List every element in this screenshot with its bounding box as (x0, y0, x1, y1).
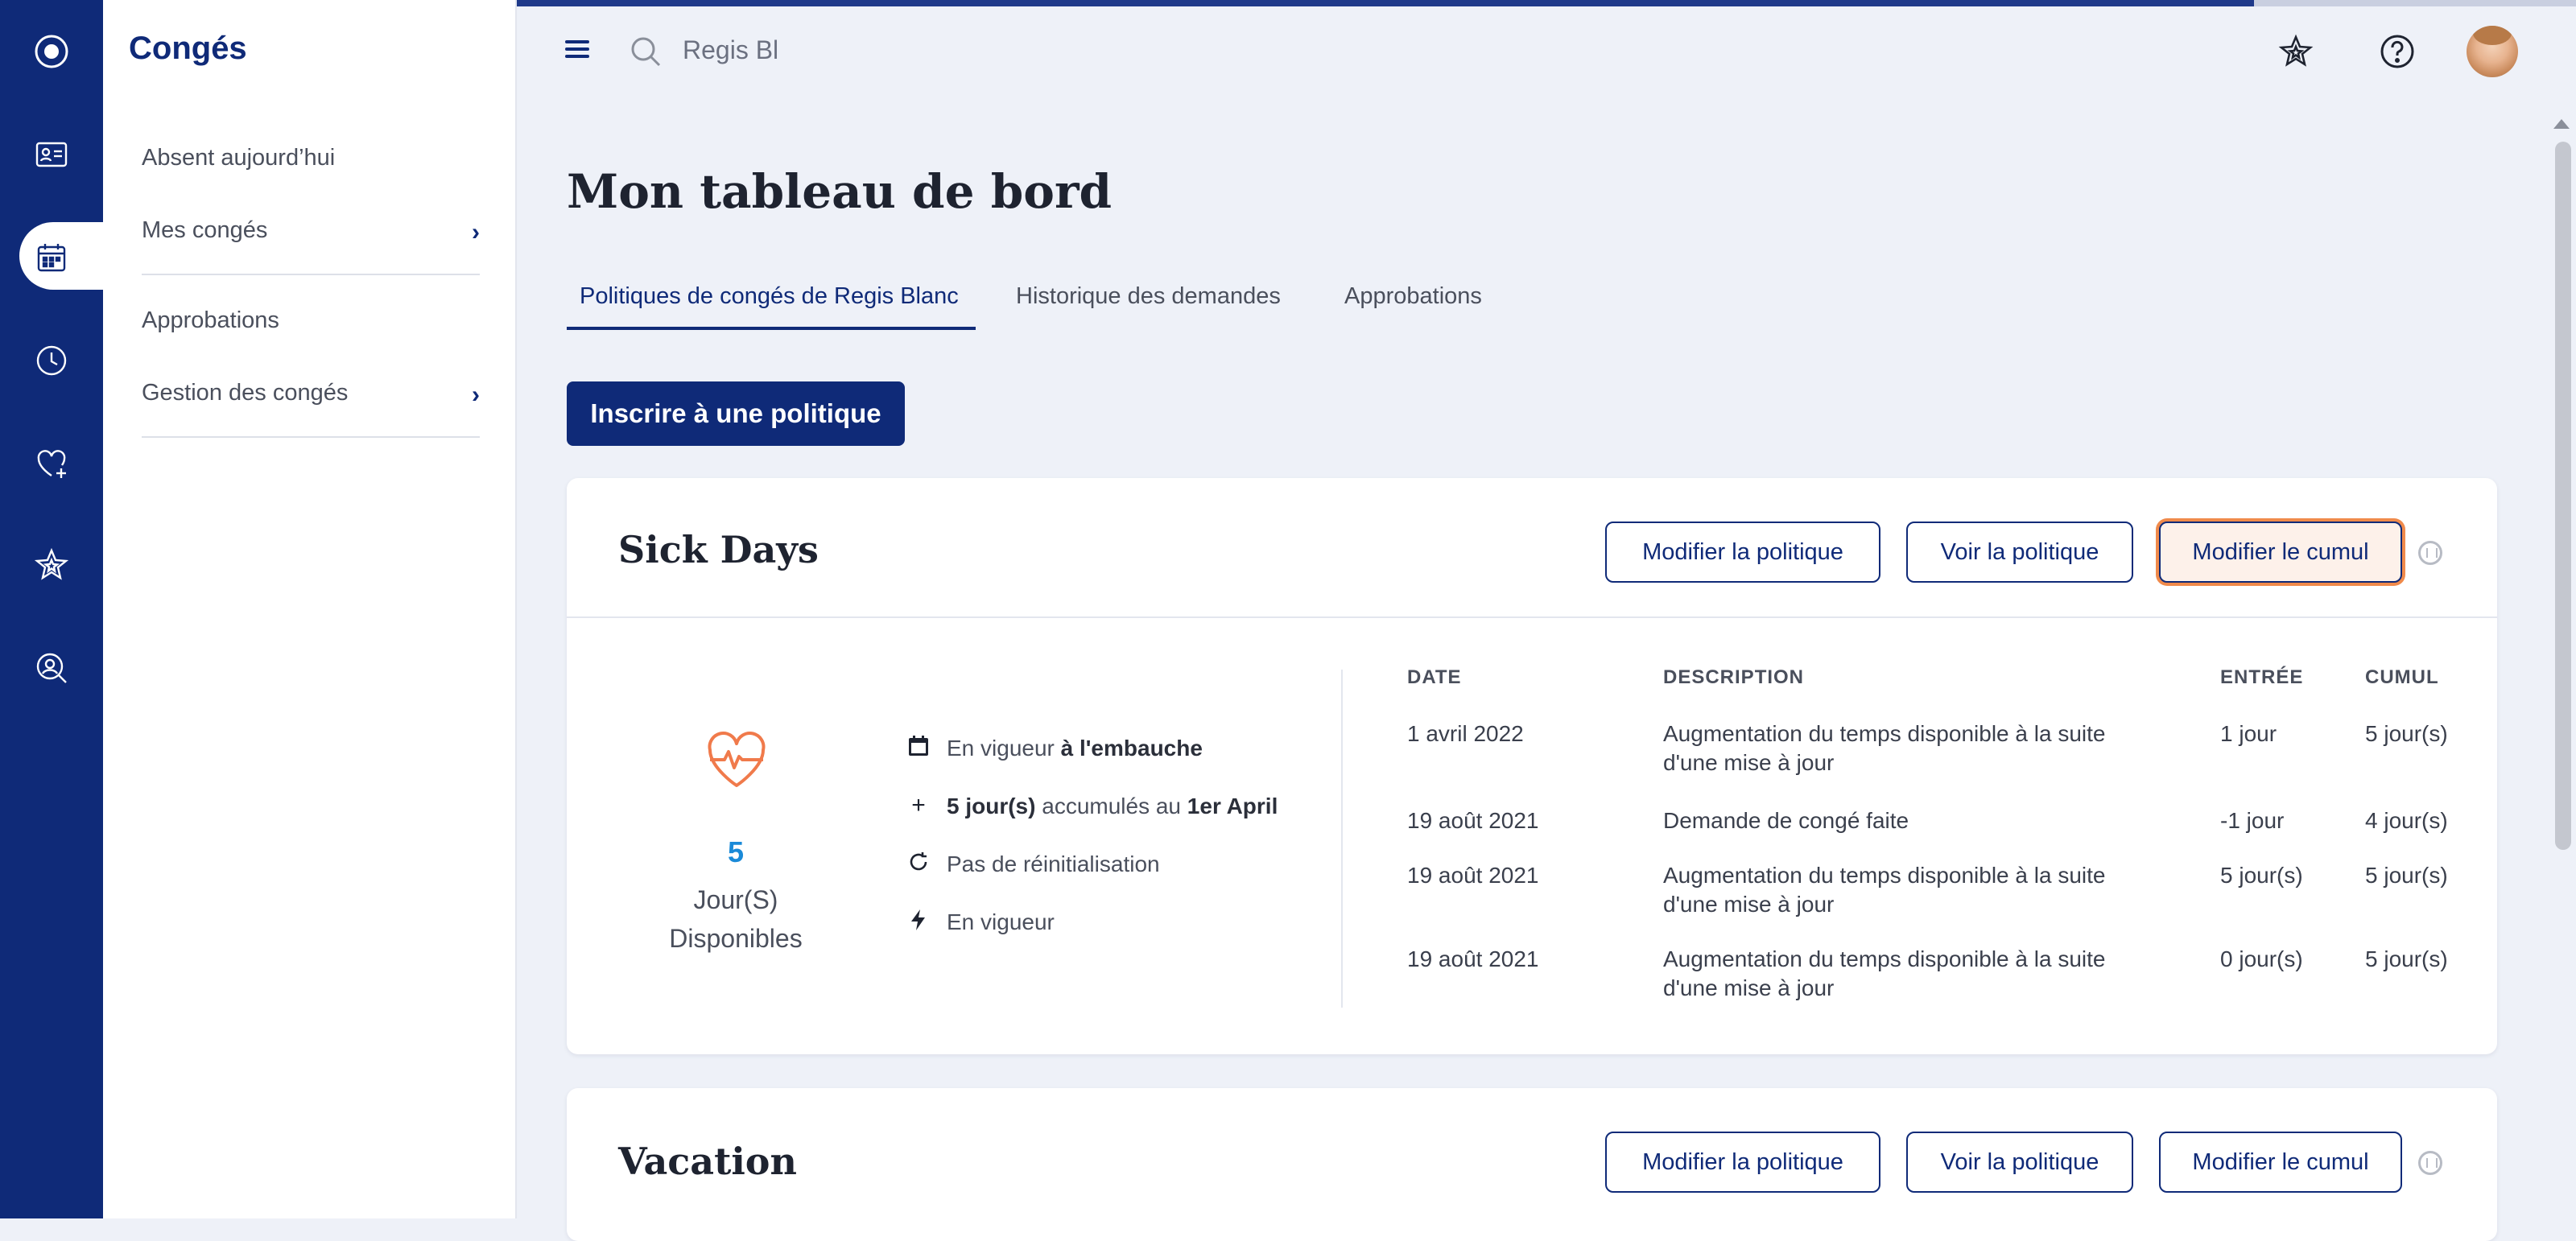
edit-accrual-button[interactable]: Modifier le cumul (2159, 522, 2402, 583)
avatar[interactable] (2467, 26, 2518, 77)
top-progress-bar (515, 0, 2254, 6)
column-header-description: DESCRIPTION (1663, 666, 1805, 688)
chevron-right-icon: › (472, 219, 480, 245)
lightning-icon (905, 908, 932, 938)
heart-plus-icon[interactable] (0, 423, 103, 504)
logo-icon[interactable] (0, 11, 103, 92)
delete-icon[interactable] (2418, 541, 2442, 565)
sidebar-item-label: Gestion des congés (142, 380, 349, 406)
sidebar-item-label: Approbations (142, 307, 279, 333)
description-line: Augmentation du temps disponible à la su… (1663, 721, 2106, 746)
scrollbar-thumb[interactable] (2555, 142, 2571, 850)
icon-rail (0, 0, 103, 1218)
clock-icon[interactable] (0, 320, 103, 401)
description-line: Demande de congé faite (1663, 808, 1909, 833)
plus-icon: + (911, 792, 926, 818)
description-line: d'une mise à jour (1663, 975, 1835, 1000)
table-cell-entry: 5 jour(s) (2220, 863, 2303, 888)
table-cell-date: 19 août 2021 (1407, 946, 1539, 971)
reset-text: Pas de réinitialisation (947, 851, 1160, 876)
edit-accrual-button[interactable]: Modifier le cumul (2159, 1132, 2402, 1193)
table-cell-total: 5 jour(s) (2365, 721, 2448, 746)
edit-policy-button[interactable]: Modifier la politique (1605, 1132, 1880, 1193)
tab-policies[interactable]: Politiques de congés de Regis Blanc (580, 283, 959, 310)
calendar-icon (905, 734, 932, 765)
enroll-policy-button[interactable]: Inscrire à une politique (567, 381, 905, 446)
calendar-icon[interactable] (0, 217, 103, 298)
policy-title: Sick Days (618, 528, 819, 571)
scroll-up-arrow-icon[interactable] (2553, 119, 2570, 129)
table-cell-entry: -1 jour (2220, 808, 2285, 833)
sidebar-item-label: Absent aujourd’hui (142, 145, 336, 171)
search-icon[interactable] (628, 34, 663, 73)
heart-pulse-icon (704, 728, 770, 798)
accrual-text: accumulés au (1035, 794, 1187, 818)
search-input[interactable]: Regis Bl (683, 35, 778, 65)
edit-policy-button[interactable]: Modifier la politique (1605, 522, 1880, 583)
available-unit: Jour(S) (693, 885, 778, 914)
table-cell-description: Augmentation du temps disponible à la su… (1663, 861, 2105, 919)
favorites-star-icon[interactable] (2277, 32, 2315, 75)
card-divider (567, 616, 2497, 618)
table-cell-date: 1 avril 2022 (1407, 721, 1524, 746)
status-text: En vigueur (947, 909, 1055, 934)
table-cell-description: Augmentation du temps disponible à la su… (1663, 719, 2105, 777)
table-cell-entry: 1 jour (2220, 721, 2277, 746)
view-policy-button[interactable]: Voir la politique (1906, 522, 2133, 583)
description-line: Augmentation du temps disponible à la su… (1663, 863, 2106, 888)
accrual-info: + 5 jour(s) accumulés au 1er April (911, 792, 1278, 819)
table-cell-total: 4 jour(s) (2365, 808, 2448, 833)
sidebar-divider (142, 436, 480, 438)
reset-icon (905, 850, 932, 880)
sidebar-item-approvals[interactable]: Approbations (142, 307, 480, 334)
effective-value: à l'embauche (1060, 736, 1203, 761)
tab-request-history[interactable]: Historique des demandes (1016, 283, 1281, 310)
search-person-icon[interactable] (0, 628, 103, 708)
effective-prefix: En vigueur (947, 736, 1061, 761)
vertical-divider (1341, 670, 1343, 1008)
secondary-sidebar: Congés Absent aujourd’hui Mes congés › A… (103, 0, 517, 1218)
description-line: Augmentation du temps disponible à la su… (1663, 946, 2106, 971)
sidebar-item-label: Mes congés (142, 217, 268, 243)
description-line: d'une mise à jour (1663, 892, 1835, 917)
sidebar-divider (142, 274, 480, 275)
view-policy-button[interactable]: Voir la politique (1906, 1132, 2133, 1193)
policy-title: Vacation (618, 1140, 797, 1183)
sidebar-item-leave-management[interactable]: Gestion des congés › (142, 380, 480, 408)
top-progress-track (2254, 0, 2576, 6)
status-info: En vigueur (911, 909, 1055, 935)
column-header-total: CUMUL (2365, 666, 2439, 688)
page-title: Mon tableau de bord (567, 164, 1113, 219)
sidebar-item-my-leaves[interactable]: Mes congés › (142, 217, 480, 245)
available-count: 5 (727, 835, 745, 868)
policy-card-sick-days: Sick Days Modifier la politique Voir la … (567, 478, 2497, 1054)
menu-icon[interactable] (565, 40, 589, 62)
active-tab-indicator (567, 327, 976, 330)
sidebar-item-absent-today[interactable]: Absent aujourd’hui (142, 145, 480, 171)
star-icon[interactable] (0, 525, 103, 605)
table-cell-total: 5 jour(s) (2365, 946, 2448, 971)
table-cell-date: 19 août 2021 (1407, 863, 1539, 888)
reset-info: Pas de réinitialisation (910, 851, 1160, 877)
chevron-right-icon: › (472, 381, 480, 408)
effective-info: En vigueur à l'embauche (909, 736, 1203, 761)
accrual-amount: 5 jour(s) (947, 794, 1036, 818)
column-header-date: DATE (1407, 666, 1462, 688)
available-label: Disponibles (669, 924, 803, 953)
delete-icon[interactable] (2418, 1151, 2442, 1175)
section-title: Congés (129, 31, 247, 66)
accrual-date: 1er April (1187, 794, 1278, 818)
table-cell-total: 5 jour(s) (2365, 863, 2448, 888)
table-cell-entry: 0 jour(s) (2220, 946, 2303, 971)
table-cell-description: Augmentation du temps disponible à la su… (1663, 945, 2105, 1003)
column-header-entry: ENTRÉE (2220, 666, 2304, 688)
id-card-icon[interactable] (0, 114, 103, 195)
table-cell-date: 19 août 2021 (1407, 808, 1539, 833)
description-line: d'une mise à jour (1663, 750, 1835, 775)
help-icon[interactable] (2378, 32, 2417, 75)
tab-approvals[interactable]: Approbations (1344, 283, 1482, 310)
table-cell-description: Demande de congé faite (1663, 806, 1909, 835)
